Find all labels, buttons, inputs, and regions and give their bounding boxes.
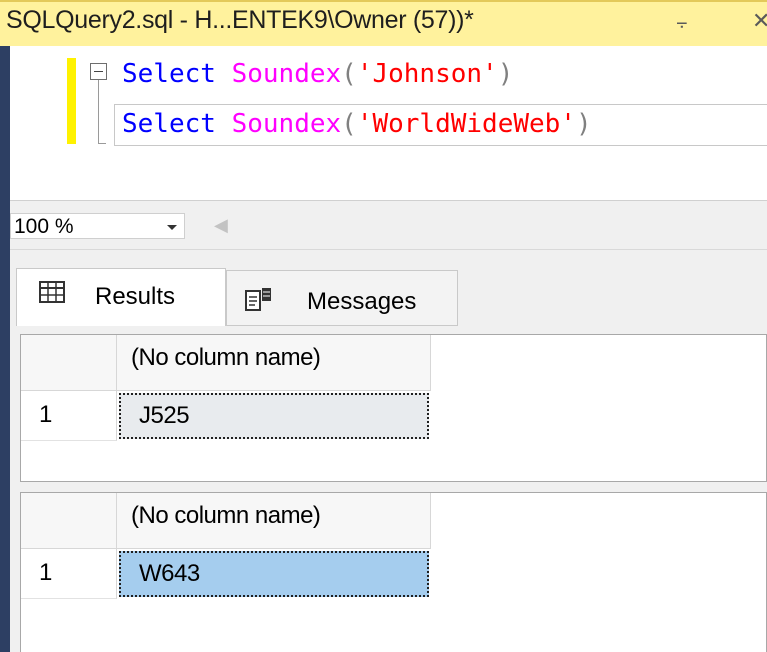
result-cell[interactable]: J525 xyxy=(119,393,429,439)
result-grid-1[interactable]: (No column name) 1 J525 xyxy=(20,334,767,482)
string-literal: 'Johnson' xyxy=(356,59,498,89)
column-header[interactable]: (No column name) xyxy=(117,335,431,391)
messages-icon xyxy=(245,288,271,311)
keyword: Select xyxy=(122,59,216,89)
close-icon[interactable]: ✕ xyxy=(752,8,767,34)
outline-line xyxy=(98,80,99,144)
row-number[interactable]: 1 xyxy=(21,391,117,441)
result-cell-selected[interactable]: W643 xyxy=(119,551,429,597)
punctuation: ( xyxy=(341,59,357,89)
tab-results[interactable]: Results xyxy=(16,268,226,326)
grid-header: (No column name) xyxy=(21,335,431,391)
grid-header: (No column name) xyxy=(21,493,431,549)
tab-messages[interactable]: Messages xyxy=(226,270,458,326)
zoom-value: 100 % xyxy=(14,215,74,238)
code-line-2[interactable]: Select Soundex('WorldWideWeb') xyxy=(122,104,592,144)
punctuation: ( xyxy=(341,109,357,139)
change-tracking-bar xyxy=(67,58,76,144)
string-literal: 'WorldWideWeb' xyxy=(356,109,576,139)
window-edge xyxy=(0,0,10,652)
zoom-bar: 100 % ◀ xyxy=(10,200,767,250)
grid-corner[interactable] xyxy=(21,493,117,549)
punctuation: ) xyxy=(497,59,514,89)
chevron-down-icon[interactable] xyxy=(167,225,177,230)
tab-messages-label: Messages xyxy=(307,288,417,315)
document-tab-title: SQLQuery2.sql - H...ENTEK9\Owner (57))* xyxy=(6,6,474,34)
pin-icon[interactable]: ⨪ xyxy=(676,11,688,34)
grid-icon xyxy=(39,281,65,303)
grid-corner[interactable] xyxy=(21,335,117,391)
scroll-left-icon[interactable]: ◀ xyxy=(214,215,228,236)
code-line-1[interactable]: Select Soundex('Johnson') xyxy=(122,54,513,94)
column-header[interactable]: (No column name) xyxy=(117,493,431,549)
keyword: Select xyxy=(122,109,216,139)
query-editor[interactable]: Select Soundex('Johnson') Select Soundex… xyxy=(10,46,767,200)
results-panel: Results Messages (No column name) 1 J525… xyxy=(10,250,767,652)
tab-results-label: Results xyxy=(95,283,176,310)
function-name: Soundex xyxy=(231,59,342,89)
collapse-icon[interactable] xyxy=(90,63,107,80)
zoom-dropdown[interactable]: 100 % xyxy=(10,213,185,239)
result-grid-2[interactable]: (No column name) 1 W643 xyxy=(20,492,767,652)
outline-end xyxy=(98,143,106,144)
function-name: Soundex xyxy=(231,109,342,139)
row-number[interactable]: 1 xyxy=(21,549,117,599)
punctuation: ) xyxy=(575,109,592,139)
document-tab[interactable]: SQLQuery2.sql - H...ENTEK9\Owner (57))* … xyxy=(0,0,767,46)
